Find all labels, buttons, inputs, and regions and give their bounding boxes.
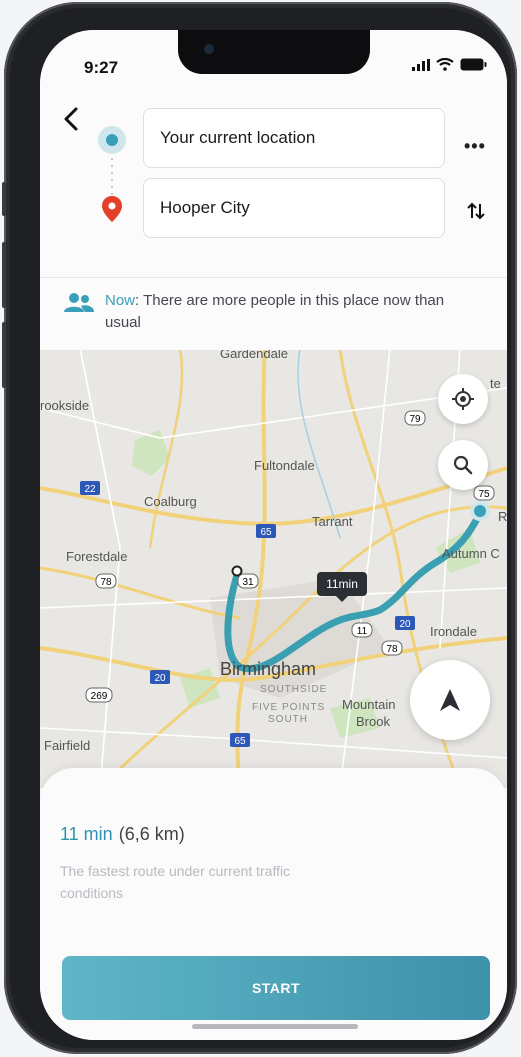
svg-text:11: 11 [357, 626, 368, 637]
notice-message: : There are more people in this place no… [105, 292, 445, 331]
svg-text:75: 75 [478, 489, 490, 500]
map-label: Tarrant [312, 514, 353, 529]
swap-icon[interactable] [466, 200, 486, 222]
route-description: The fastest route under current traffic … [60, 863, 291, 901]
camera-icon [204, 44, 214, 54]
screen: 9:27 11min 79 22 65 75 31 78 11 20 78 20… [40, 30, 507, 1040]
notch [178, 30, 370, 74]
origin-field[interactable]: Your current location [143, 108, 445, 168]
svg-text:20: 20 [399, 619, 411, 630]
current-location-icon [98, 126, 126, 154]
map-label: Autumn C [442, 546, 500, 561]
map-label: Fairfield [44, 738, 90, 753]
route-origin-marker [231, 565, 243, 577]
navigate-button[interactable] [410, 660, 490, 740]
eta-time: 11 min [60, 824, 113, 844]
map-search-button[interactable] [438, 440, 488, 490]
svg-text:SOUTHSIDE: SOUTHSIDE [260, 684, 327, 695]
map-label: Forestdale [66, 549, 127, 564]
map-label: Irondale [430, 624, 477, 639]
svg-text:65: 65 [234, 736, 246, 747]
svg-text:31: 31 [242, 577, 254, 588]
svg-text:78: 78 [386, 644, 398, 655]
volume-up-button [2, 242, 6, 308]
battery-icon [460, 58, 487, 71]
target-icon [452, 388, 474, 410]
crowd-notice: Now: There are more people in this place… [40, 278, 507, 350]
svg-text:SOUTH: SOUTH [268, 714, 308, 725]
svg-text:FIVE POINTS: FIVE POINTS [252, 702, 325, 713]
eta-tag-text: 11min [326, 577, 358, 591]
svg-text:78: 78 [100, 577, 112, 588]
back-arrow-icon[interactable] [60, 106, 84, 132]
notice-text: Now: There are more people in this place… [105, 290, 455, 334]
start-button[interactable]: START [62, 956, 490, 1020]
navigation-arrow-icon [440, 689, 460, 711]
locate-me-button[interactable] [438, 374, 488, 424]
volume-down-button [2, 322, 6, 388]
svg-text:20: 20 [154, 673, 166, 684]
map-label: Brook [356, 714, 390, 729]
status-time: 9:27 [84, 58, 119, 77]
phone-frame: 9:27 11min 79 22 65 75 31 78 11 20 78 20… [2, 2, 517, 1054]
map-label-city: Birmingham [220, 659, 316, 679]
map-label: Mountain [342, 697, 395, 712]
signal-icon [412, 58, 430, 71]
map-label: rookside [40, 398, 89, 413]
search-icon [453, 455, 473, 475]
svg-text:79: 79 [409, 414, 421, 425]
svg-text:65: 65 [260, 527, 272, 538]
eta-distance: (6,6 km) [118, 824, 185, 844]
home-indicator[interactable] [192, 1024, 358, 1029]
map-label: R [498, 509, 507, 524]
svg-text:269: 269 [91, 691, 108, 702]
eta-row: 11 min (6,6 km) [60, 824, 185, 845]
map-label: te [490, 376, 501, 391]
status-icons [412, 58, 487, 71]
people-icon [64, 293, 94, 312]
map-label: Fultondale [254, 458, 315, 473]
more-options-icon[interactable]: ••• [464, 136, 486, 157]
map-label: Coalburg [144, 494, 197, 509]
destination-field[interactable]: Hooper City [143, 178, 445, 238]
svg-text:22: 22 [84, 484, 96, 495]
wifi-icon [436, 58, 454, 71]
route-summary-sheet: 11 min (6,6 km) The fastest route under c… [40, 768, 507, 1040]
mute-switch [2, 182, 6, 216]
destination-pin-icon [102, 196, 122, 222]
notice-now-label: Now [105, 292, 136, 309]
